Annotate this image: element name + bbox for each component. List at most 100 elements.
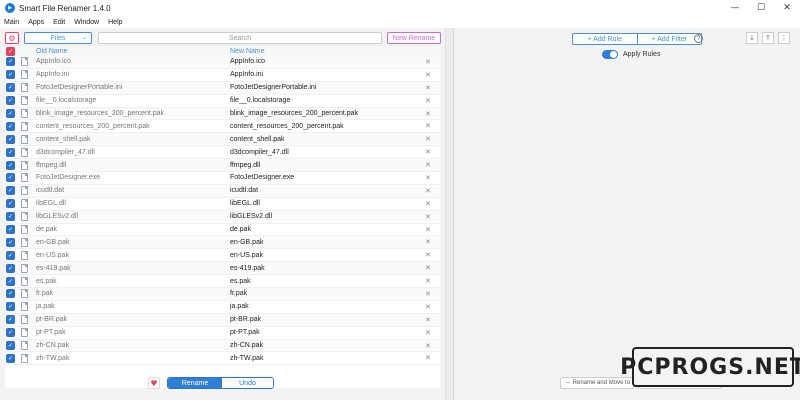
move-down-icon[interactable]: ↓: [746, 32, 758, 44]
new-name-cell[interactable]: file__0.localstorage: [230, 97, 290, 104]
remove-row-icon[interactable]: ✕: [425, 161, 431, 169]
heart-icon[interactable]: ♥: [148, 377, 160, 389]
new-name-cell[interactable]: zh-CN.pak: [230, 342, 263, 349]
table-row[interactable]: ✓ es-419.pak es-419.pak ✕: [5, 262, 440, 276]
more-options-icon[interactable]: ⋮: [778, 32, 790, 44]
settings-gear-icon[interactable]: ⚙: [5, 32, 19, 44]
table-row[interactable]: ✓ pt-BR.pak pt-BR.pak ✕: [5, 313, 440, 327]
menu-apps[interactable]: Apps: [28, 19, 44, 26]
row-checkbox[interactable]: ✓: [6, 199, 15, 209]
table-row[interactable]: ✓ libGLESv2.dll libGLESv2.dll ✕: [5, 210, 440, 224]
table-row[interactable]: ✓ en-US.pak en-US.pak ✕: [5, 249, 440, 263]
new-name-cell[interactable]: de.pak: [230, 226, 251, 233]
table-row[interactable]: ✓ de.pak de.pak ✕: [5, 224, 440, 237]
new-name-cell[interactable]: en-US.pak: [230, 252, 263, 259]
new-name-cell[interactable]: FotoJetDesigner.exe: [230, 174, 294, 181]
new-name-cell[interactable]: content_resources_200_percent.pak: [230, 123, 344, 130]
row-checkbox[interactable]: ✓: [6, 147, 15, 157]
new-name-cell[interactable]: icudtl.dat: [230, 187, 258, 194]
new-rename-button[interactable]: New Rename: [387, 32, 441, 44]
table-row[interactable]: ✓ blink_image_resources_200_percent.pak bl…: [5, 107, 440, 121]
table-row[interactable]: ✓ es.pak es.pak ✕: [5, 275, 440, 289]
new-name-cell[interactable]: en-GB.pak: [230, 239, 263, 246]
row-checkbox[interactable]: ✓: [6, 263, 15, 273]
table-row[interactable]: ✓ AppInfo.ico AppInfo.ico ✕: [5, 56, 440, 69]
rename-button[interactable]: Rename: [168, 378, 222, 388]
new-name-cell[interactable]: es-419.pak: [230, 265, 265, 272]
table-row[interactable]: ✓ content_shell.pak content_shell.pak ✕: [5, 133, 440, 147]
remove-row-icon[interactable]: ✕: [425, 97, 431, 105]
maximize-button[interactable]: ☐: [748, 0, 774, 16]
row-checkbox[interactable]: ✓: [6, 186, 15, 196]
new-name-cell[interactable]: AppInfo.ico: [230, 58, 265, 65]
remove-row-icon[interactable]: ✕: [425, 251, 431, 259]
table-row[interactable]: ✓ icudtl.dat icudtl.dat ✕: [5, 184, 440, 198]
new-name-cell[interactable]: ja.pak: [230, 303, 249, 310]
remove-row-icon[interactable]: ✕: [425, 264, 431, 272]
panel-divider[interactable]: [446, 28, 454, 400]
row-checkbox[interactable]: ✓: [6, 341, 15, 351]
remove-row-icon[interactable]: ✕: [425, 135, 431, 143]
move-up-icon[interactable]: ↑: [762, 32, 774, 44]
remove-row-icon[interactable]: ✕: [425, 329, 431, 337]
table-row[interactable]: ✓ fr.pak fr.pak ✕: [5, 288, 440, 301]
new-name-cell[interactable]: d3dcompiler_47.dll: [230, 149, 289, 156]
remove-row-icon[interactable]: ✕: [425, 110, 431, 118]
menu-main[interactable]: Main: [4, 19, 19, 26]
new-name-cell[interactable]: libEGL.dll: [230, 200, 260, 207]
new-name-cell[interactable]: libGLESv2.dll: [230, 213, 272, 220]
remove-row-icon[interactable]: ✕: [425, 58, 431, 66]
remove-row-icon[interactable]: ✕: [425, 148, 431, 156]
row-checkbox[interactable]: ✓: [6, 70, 15, 80]
new-name-cell[interactable]: fr.pak: [230, 290, 247, 297]
row-checkbox[interactable]: ✓: [6, 134, 15, 144]
row-checkbox[interactable]: ✓: [6, 96, 15, 106]
table-row[interactable]: ✓ FotoJetDesigner.exe FotoJetDesigner.exe ✕: [5, 172, 440, 185]
table-row[interactable]: ✓ FotoJetDesignerPortable.ini FotoJetDesig…: [5, 81, 440, 95]
remove-row-icon[interactable]: ✕: [425, 342, 431, 350]
row-checkbox[interactable]: ✓: [6, 353, 15, 363]
new-name-cell[interactable]: zh-TW.pak: [230, 355, 263, 362]
apply-rules-toggle[interactable]: [602, 50, 618, 59]
new-name-cell[interactable]: es.pak: [230, 278, 251, 285]
add-filter-button[interactable]: + Add Filter: [638, 34, 702, 44]
table-row[interactable]: ✓ content_resources_200_percent.pak conten…: [5, 120, 440, 134]
row-checkbox[interactable]: ✓: [6, 160, 15, 170]
row-checkbox[interactable]: ✓: [6, 302, 15, 312]
row-checkbox[interactable]: ✓: [6, 83, 15, 93]
remove-row-icon[interactable]: ✕: [425, 277, 431, 285]
table-row[interactable]: ✓ en-GB.pak en-GB.pak ✕: [5, 236, 440, 250]
remove-row-icon[interactable]: ✕: [425, 316, 431, 324]
close-button[interactable]: ✕: [774, 0, 800, 16]
menu-help[interactable]: Help: [108, 19, 122, 26]
remove-row-icon[interactable]: ✕: [425, 187, 431, 195]
table-row[interactable]: ✓ pt-PT.pak pt-PT.pak ✕: [5, 327, 440, 340]
menu-edit[interactable]: Edit: [53, 19, 65, 26]
remove-row-icon[interactable]: ✕: [425, 174, 431, 182]
new-name-cell[interactable]: ffmpeg.dll: [230, 162, 260, 169]
new-name-cell[interactable]: AppInfo.ini: [230, 71, 263, 78]
row-checkbox[interactable]: ✓: [6, 289, 15, 299]
remove-row-icon[interactable]: ✕: [425, 200, 431, 208]
new-name-cell[interactable]: content_shell.pak: [230, 136, 284, 143]
remove-row-icon[interactable]: ✕: [425, 354, 431, 362]
row-checkbox[interactable]: ✓: [6, 225, 15, 235]
new-name-cell[interactable]: pt-BR.pak: [230, 316, 261, 323]
help-icon[interactable]: ?: [694, 34, 703, 43]
undo-button[interactable]: Undo: [222, 378, 273, 388]
menu-window[interactable]: Window: [74, 19, 99, 26]
table-row[interactable]: ✓ zh-TW.pak zh-TW.pak ✕: [5, 352, 440, 366]
search-input[interactable]: [98, 32, 382, 44]
new-name-cell[interactable]: pt-PT.pak: [230, 329, 260, 336]
row-checkbox[interactable]: ✓: [6, 328, 15, 338]
row-checkbox[interactable]: ✓: [6, 212, 15, 222]
remove-row-icon[interactable]: ✕: [425, 226, 431, 234]
remove-row-icon[interactable]: ✕: [425, 303, 431, 311]
remove-row-icon[interactable]: ✕: [425, 290, 431, 298]
column-new-name[interactable]: New Name: [230, 48, 265, 55]
table-row[interactable]: ✓ ffmpeg.dll ffmpeg.dll ✕: [5, 159, 440, 173]
new-name-cell[interactable]: blink_image_resources_200_percent.pak: [230, 110, 358, 117]
row-checkbox[interactable]: ✓: [6, 315, 15, 325]
new-name-cell[interactable]: FotoJetDesignerPortable.ini: [230, 84, 316, 91]
row-checkbox[interactable]: ✓: [6, 109, 15, 118]
